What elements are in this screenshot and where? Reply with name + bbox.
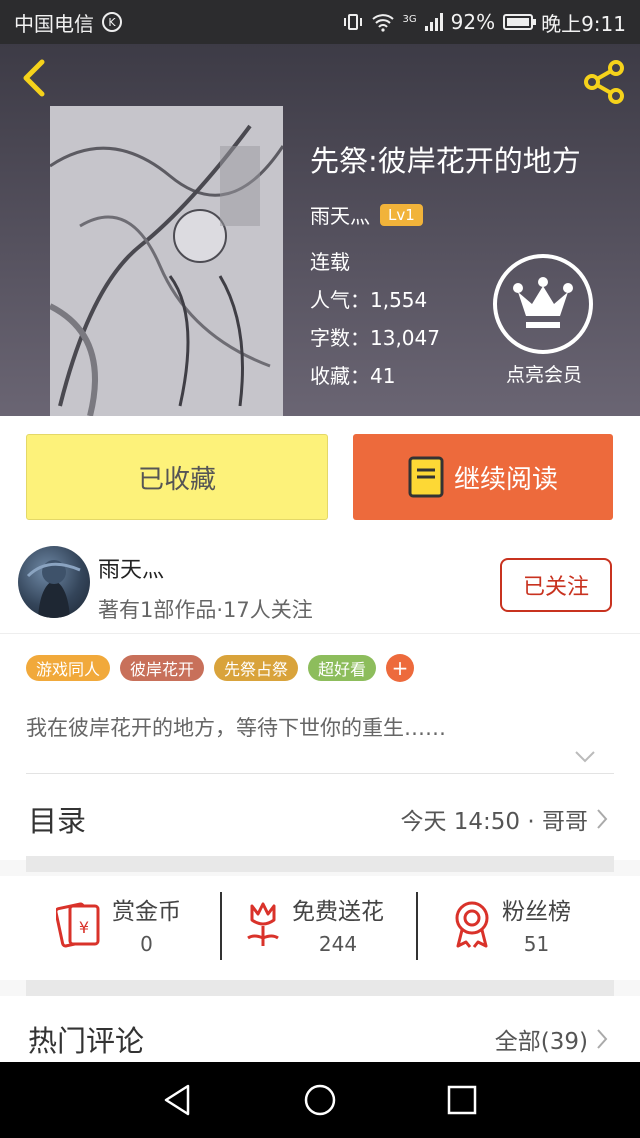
stat-value: 0: [140, 932, 153, 956]
word-count-value: 13,047: [370, 326, 440, 350]
carrier-name: 中国电信: [14, 11, 94, 36]
hot-comments-header: 热门评论 全部(39): [0, 996, 640, 1062]
serial-status: 连载: [310, 250, 350, 274]
favorites-value: 41: [370, 364, 396, 388]
system-nav-bar: [0, 1062, 640, 1138]
tag-item[interactable]: 彼岸花开: [120, 655, 205, 681]
follow-button[interactable]: 已关注: [500, 558, 612, 612]
author-avatar[interactable]: [18, 546, 90, 618]
catalog-update: 今天 14:50 · 哥哥: [400, 802, 608, 836]
add-tag-button[interactable]: +: [386, 654, 415, 682]
book-cover-image[interactable]: [50, 106, 283, 416]
collected-button[interactable]: 已收藏: [26, 434, 328, 520]
author-name[interactable]: 雨天灬: [98, 552, 164, 584]
signal-icon: [424, 13, 443, 31]
continue-reading-button[interactable]: 继续阅读: [353, 434, 613, 520]
stat-label: 免费送花: [292, 899, 384, 925]
catalog-title: 目录: [28, 804, 87, 838]
author-card: 雨天灬 著有1部作品·17人关注 已关注: [0, 540, 640, 634]
send-flower-stat[interactable]: 免费送花 244: [244, 892, 384, 956]
popularity-value: 1,554: [370, 288, 428, 312]
word-count-label: 字数：: [310, 326, 370, 350]
tags-synopsis-section: 游戏同人 彼岸花开 先祭占祭 超好看 + 我在彼岸花开的地方，等待下世你的重生……: [0, 634, 640, 774]
book-synopsis: 我在彼岸花开的地方，等待下世你的重生……: [26, 716, 446, 740]
chevron-right-icon: [597, 1029, 608, 1049]
battery-percent: 92%: [450, 10, 496, 34]
catalog-row[interactable]: 目录 今天 14:50 · 哥哥: [0, 774, 640, 860]
divider: [220, 892, 222, 960]
book-author-name: 雨天灬: [310, 204, 370, 228]
popularity-row: 人气：1,554: [310, 284, 427, 313]
book-icon: [408, 456, 444, 498]
stat-value: 51: [523, 932, 550, 956]
section-separator: [26, 980, 614, 996]
chevron-right-icon: [597, 809, 608, 829]
word-count-row: 字数：13,047: [310, 322, 440, 351]
clock: 晚上9:11: [541, 11, 626, 36]
coin-reward-stat[interactable]: ¥ 赏金币 0: [56, 892, 181, 956]
all-comments-label: 全部(39): [494, 1029, 588, 1055]
red-envelope-icon: ¥: [56, 902, 100, 948]
divider: [416, 892, 418, 960]
wifi-icon: [371, 14, 394, 32]
stat-label: 赏金币: [112, 899, 181, 925]
author-level-badge: Lv1: [380, 203, 423, 226]
section-separator: [26, 856, 614, 872]
stat-label: 粉丝榜: [502, 899, 571, 925]
vibrate-icon: [343, 14, 362, 30]
vip-label: 点亮会员: [505, 364, 582, 386]
favorites-row: 收藏：41: [310, 360, 395, 389]
carrier-k-icon: K: [102, 12, 122, 32]
svg-text:¥: ¥: [79, 918, 89, 937]
crown-icon: [493, 254, 593, 354]
reward-stats: ¥ 赏金币 0 免费送花 244 粉丝榜 51: [0, 876, 640, 980]
flower-icon: [247, 902, 279, 946]
tag-list: 游戏同人 彼岸花开 先祭占祭 超好看 +: [26, 654, 415, 682]
cover-artwork: [50, 106, 283, 416]
tag-item[interactable]: 超好看: [308, 655, 377, 681]
fan-ranking-stat[interactable]: 粉丝榜 51: [452, 892, 571, 956]
medal-icon: [455, 901, 489, 948]
chevron-down-icon[interactable]: [574, 750, 596, 764]
stat-value: 244: [318, 932, 358, 956]
continue-reading-label: 继续阅读: [453, 464, 558, 495]
popularity-label: 人气：: [310, 288, 370, 312]
network-type: 3G: [402, 13, 417, 25]
favorites-label: 收藏：: [310, 364, 370, 388]
status-bar: 中国电信 K 3G 92% 晚上9:11: [0, 0, 640, 44]
book-header: 先祭:彼岸花开的地方 雨天灬 Lv1 连载 人气：1,554 字数：13,047…: [0, 44, 640, 416]
book-title: 先祭:彼岸花开的地方: [310, 144, 581, 178]
hot-comments-title: 热门评论: [28, 1024, 145, 1058]
nav-recents-icon[interactable]: [444, 1082, 480, 1118]
action-buttons: 已收藏 继续阅读: [0, 416, 640, 540]
tag-item[interactable]: 先祭占祭: [214, 655, 299, 681]
share-icon[interactable]: [580, 58, 628, 106]
nav-home-icon[interactable]: [302, 1082, 338, 1118]
book-author-line[interactable]: 雨天灬 Lv1: [310, 200, 423, 229]
back-arrow-icon[interactable]: [16, 58, 56, 98]
all-comments-link[interactable]: 全部(39): [495, 1022, 608, 1056]
author-stats: 著有1部作品·17人关注: [98, 598, 313, 622]
tag-item[interactable]: 游戏同人: [26, 655, 111, 681]
nav-back-icon[interactable]: [160, 1082, 196, 1118]
battery-icon: [503, 14, 537, 30]
catalog-update-text: 今天 14:50 · 哥哥: [400, 809, 588, 835]
vip-button[interactable]: 点亮会员: [493, 254, 595, 387]
